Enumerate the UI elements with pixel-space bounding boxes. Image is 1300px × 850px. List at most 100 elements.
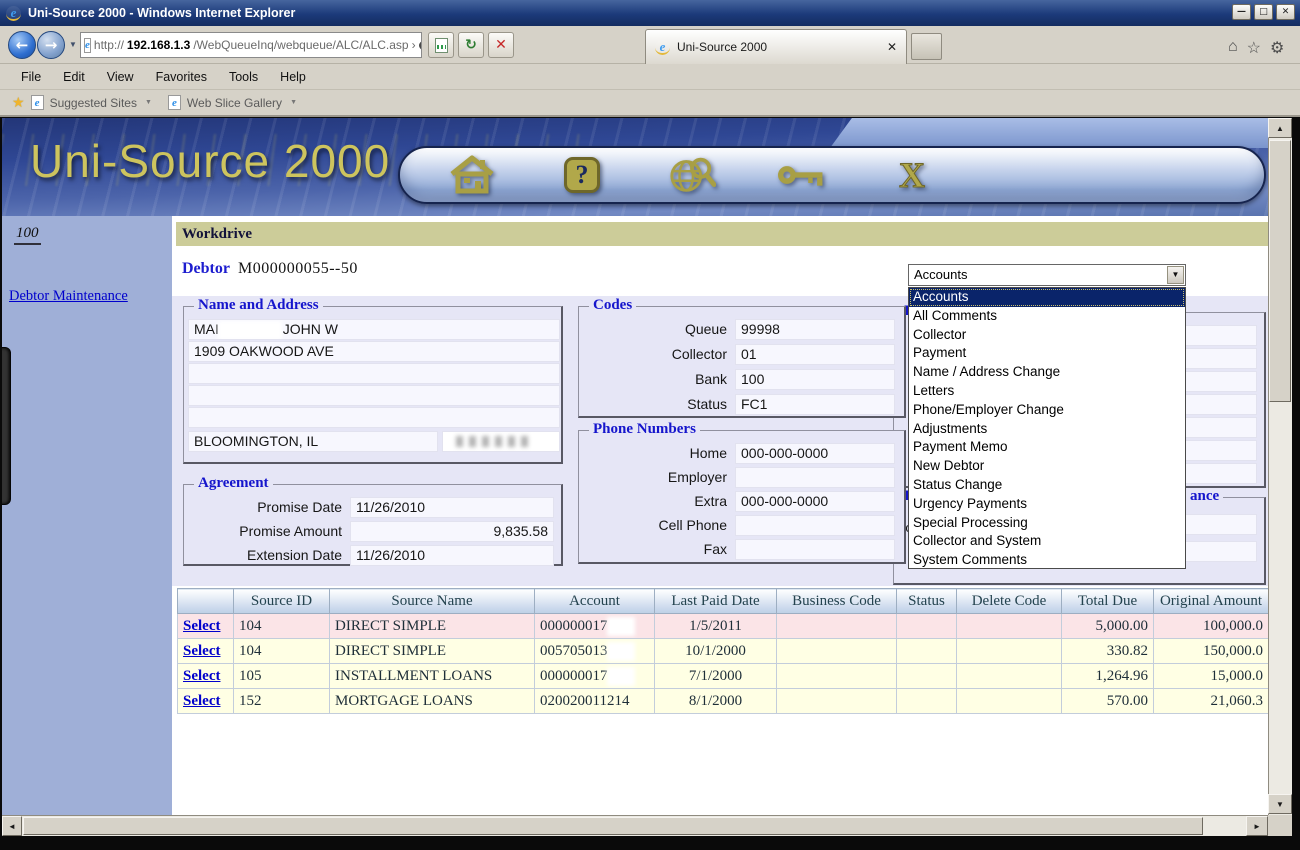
redaction-patch	[610, 645, 632, 658]
sidebar-item-debtor-maintenance[interactable]: Debtor Maintenance	[9, 288, 128, 305]
dropdown-option-payment[interactable]: Payment	[909, 344, 1185, 363]
window-edge	[0, 836, 1300, 850]
forward-button[interactable]: →	[37, 31, 65, 59]
collector-value: 01	[735, 344, 895, 365]
extension-date-label: Extension Date	[184, 545, 342, 566]
cell-source-name: DIRECT SIMPLE	[330, 614, 535, 639]
cell-account: 020020011214	[535, 689, 655, 714]
col-source-id: Source ID	[234, 589, 330, 614]
home-phone-value: 000-000-0000	[735, 443, 895, 464]
cell-total-due: 1,264.96	[1062, 664, 1154, 689]
url-scheme: http://	[94, 38, 124, 52]
refresh-button[interactable]: ↻	[458, 32, 484, 58]
settings-gear-icon[interactable]: ⚙	[1270, 38, 1284, 58]
menu-edit[interactable]: Edit	[52, 67, 96, 87]
new-tab-button[interactable]	[911, 33, 942, 60]
page-ie-icon: e	[84, 38, 91, 53]
scroll-right-icon[interactable]: ►	[1246, 816, 1268, 836]
cell-business-code	[777, 689, 897, 714]
compatibility-view-button[interactable]	[428, 32, 454, 58]
app-logo: Uni-Source 2000	[30, 134, 390, 188]
search-icon[interactable]	[419, 41, 422, 50]
dropdown-option-collector[interactable]: Collector	[909, 326, 1185, 345]
add-favorite-star-icon[interactable]: ★	[12, 94, 25, 111]
dropdown-option-payment-memo[interactable]: Payment Memo	[909, 438, 1185, 457]
cell-last-paid: 8/1/2000	[655, 689, 777, 714]
queue-label: Queue	[579, 319, 727, 340]
select-link[interactable]: Select	[183, 618, 220, 634]
suggested-sites-icon: e	[31, 95, 44, 110]
exit-icon[interactable]: X	[888, 154, 936, 196]
scroll-down-icon[interactable]: ▼	[1268, 794, 1292, 814]
menu-favorites[interactable]: Favorites	[145, 67, 218, 87]
dropdown-option-all-comments[interactable]: All Comments	[909, 307, 1185, 326]
col-select	[178, 589, 234, 614]
favorites-item-web-slice-gallery[interactable]: Web Slice Gallery	[187, 96, 282, 110]
favorites-star-icon[interactable]: ☆	[1247, 38, 1261, 58]
select-link[interactable]: Select	[183, 668, 220, 684]
col-status: Status	[897, 589, 957, 614]
cell-source-id: 104	[234, 614, 330, 639]
tab-close-icon[interactable]: ✕	[887, 40, 897, 54]
view-select[interactable]: Accounts ▼	[908, 264, 1186, 286]
status-label: Status	[579, 394, 727, 415]
dropdown-option-accounts[interactable]: Accounts	[909, 288, 1185, 307]
web-slice-icon: e	[168, 95, 181, 110]
menu-file[interactable]: File	[10, 67, 52, 87]
key-icon[interactable]	[778, 159, 826, 191]
scroll-left-icon[interactable]: ◄	[2, 816, 22, 836]
dropdown-option-phone-employer-change[interactable]: Phone/Employer Change	[909, 401, 1185, 420]
dropdown-option-status-change[interactable]: Status Change	[909, 476, 1185, 495]
sidebar-code-link[interactable]: 100	[14, 225, 41, 245]
collector-label: Collector	[579, 344, 727, 365]
maximize-button[interactable]: □	[1254, 4, 1273, 20]
menu-tools[interactable]: Tools	[218, 67, 269, 87]
menu-help[interactable]: Help	[269, 67, 317, 87]
chevron-down-icon[interactable]: ▼	[290, 99, 297, 106]
window-title: Uni-Source 2000 - Windows Internet Explo…	[28, 6, 295, 20]
street-field: 1909 OAKWOOD AVE	[188, 341, 560, 362]
browser-tab[interactable]: e Uni-Source 2000 ✕	[645, 29, 907, 64]
menu-view[interactable]: View	[96, 67, 145, 87]
dropdown-option-new-debtor[interactable]: New Debtor	[909, 457, 1185, 476]
cell-original-amount: 21,060.3	[1154, 689, 1269, 714]
ie-logo-icon: e	[6, 6, 21, 21]
dropdown-option-adjustments[interactable]: Adjustments	[909, 420, 1185, 439]
city-state-field: BLOOMINGTON, IL	[188, 431, 438, 452]
select-arrow-icon[interactable]: ▼	[1167, 266, 1184, 284]
vertical-scroll-thumb[interactable]	[1269, 140, 1291, 402]
dropdown-option-collector-and-system[interactable]: Collector and System	[909, 532, 1185, 551]
home-icon[interactable]	[448, 155, 496, 195]
dropdown-option-system-comments[interactable]: System Comments	[909, 551, 1185, 570]
dropdown-option-special-processing[interactable]: Special Processing	[909, 514, 1185, 533]
recent-pages-dropdown-icon[interactable]: ▼	[69, 40, 77, 49]
fieldset-codes: Codes Queue 99998 Collector 01 Bank 100 …	[578, 306, 906, 418]
select-link[interactable]: Select	[183, 693, 220, 709]
table-row: Select 104 DIRECT SIMPLE 005705013 10/1/…	[178, 639, 1269, 664]
redaction-patch	[610, 620, 632, 633]
horizontal-scroll-thumb[interactable]	[23, 817, 1203, 835]
fax-value	[735, 539, 895, 560]
redaction-patch	[221, 324, 279, 337]
minimize-button[interactable]: —	[1232, 4, 1251, 20]
help-icon[interactable]: ?	[558, 157, 606, 193]
search-globe-icon[interactable]	[668, 153, 716, 197]
dropdown-option-letters[interactable]: Letters	[909, 382, 1185, 401]
browser-window: e Uni-Source 2000 - Windows Internet Exp…	[0, 0, 1300, 850]
dropdown-option-name-address-change[interactable]: Name / Address Change	[909, 363, 1185, 382]
cell-original-amount: 100,000.0	[1154, 614, 1269, 639]
home-icon[interactable]: ⌂	[1228, 38, 1238, 58]
cell-source-id: 105	[234, 664, 330, 689]
stop-button[interactable]: ✕	[488, 32, 514, 58]
address-bar[interactable]: e http://192.168.1.3/WebQueueInq/webqueu…	[80, 32, 422, 58]
select-link[interactable]: Select	[183, 643, 220, 659]
dropdown-option-urgency-payments[interactable]: Urgency Payments	[909, 495, 1185, 514]
table-row: Select 105 INSTALLMENT LOANS 000000017 7…	[178, 664, 1269, 689]
chevron-down-icon[interactable]: ▼	[145, 99, 152, 106]
cell-source-name: DIRECT SIMPLE	[330, 639, 535, 664]
back-button[interactable]: ←	[8, 31, 36, 59]
scroll-up-icon[interactable]: ▲	[1268, 118, 1292, 138]
close-button[interactable]: ✕	[1276, 4, 1295, 20]
favorites-item-suggested-sites[interactable]: Suggested Sites	[50, 96, 137, 110]
extra-phone-value: 000-000-0000	[735, 491, 895, 512]
